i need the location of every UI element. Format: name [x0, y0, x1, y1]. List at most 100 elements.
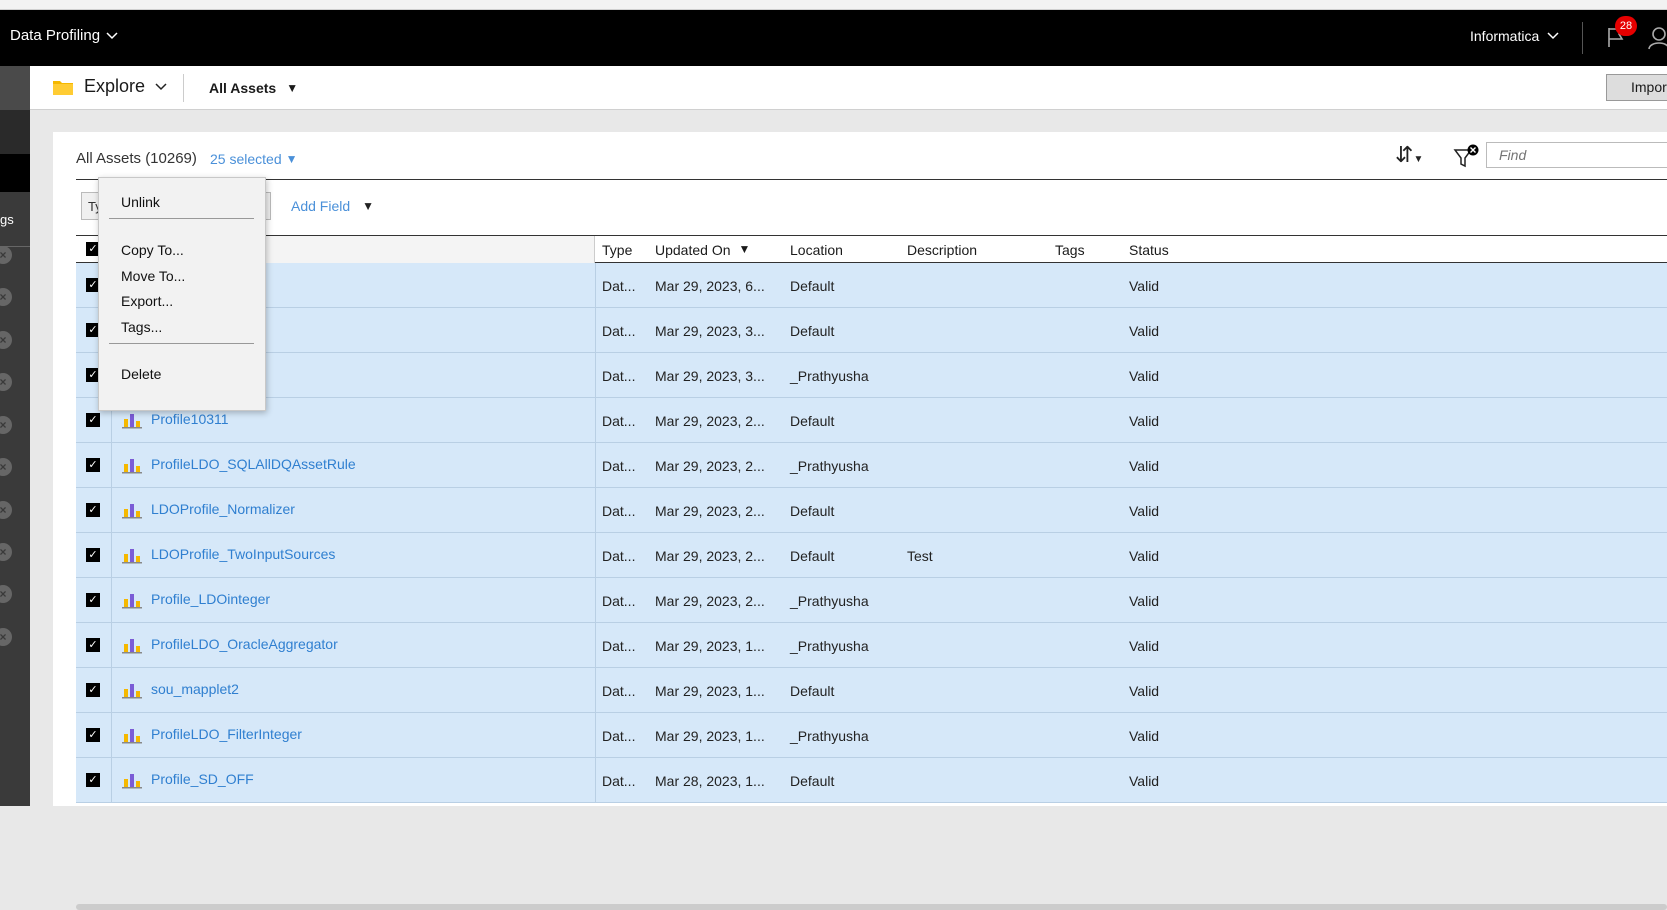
- row-checkbox[interactable]: ✓: [86, 458, 100, 472]
- horizontal-scrollbar[interactable]: [76, 904, 1667, 910]
- assets-table: ✓ Type Updated On ▼ Location Description…: [76, 235, 1667, 910]
- close-icon[interactable]: ×: [0, 373, 12, 391]
- cell-divider: [111, 758, 112, 803]
- asset-name-link[interactable]: Profile_SD_OFF: [151, 771, 254, 787]
- cell-divider: [111, 713, 112, 758]
- cell-divider: [595, 533, 596, 578]
- cell-divider: [595, 308, 596, 353]
- asset-name-link[interactable]: LDOProfile_TwoInputSources: [151, 546, 335, 562]
- close-icon[interactable]: ×: [0, 331, 12, 349]
- row-checkbox[interactable]: ✓: [86, 548, 100, 562]
- nav-item[interactable]: [0, 110, 30, 154]
- row-checkbox[interactable]: ✓: [86, 413, 100, 427]
- export-menu-item[interactable]: Export...: [121, 293, 173, 309]
- close-icon[interactable]: ×: [0, 543, 12, 561]
- updated-cell: Mar 29, 2023, 1...: [655, 683, 765, 699]
- asset-name-link[interactable]: ProfileLDO_SQLAllDQAssetRule: [151, 456, 356, 472]
- profile-chart-icon: [122, 459, 142, 474]
- add-field-button[interactable]: Add Field ▼: [291, 198, 374, 214]
- sort-icon[interactable]: ⇵▼: [1395, 142, 1423, 168]
- row-checkbox[interactable]: ✓: [86, 593, 100, 607]
- table-row[interactable]: ✓ Profile_LDOinteger Dat... Mar 29, 2023, 2…: [76, 578, 1667, 623]
- org-name: Informatica: [1470, 28, 1540, 44]
- tags-column-header[interactable]: Tags: [1055, 242, 1085, 258]
- updated-on-column-header[interactable]: Updated On ▼: [655, 242, 750, 258]
- table-row[interactable]: ✓ Profile_SD_OFF Dat... Mar 28, 2023, 1... D…: [76, 758, 1667, 803]
- cell-divider: [595, 758, 596, 803]
- asset-name-link[interactable]: ProfileLDO_FilterInteger: [151, 726, 302, 742]
- location-column-header[interactable]: Location: [790, 242, 843, 258]
- nav-label: gs: [0, 212, 14, 227]
- description-column-header[interactable]: Description: [907, 242, 977, 258]
- cell-divider: [595, 353, 596, 398]
- table-row[interactable]: ✓ Dat... Mar 29, 2023, 3... _Prathyusha Vali…: [76, 353, 1667, 398]
- asset-name-link[interactable]: Profile_LDOinteger: [151, 591, 270, 607]
- app-switcher[interactable]: Data Profiling: [10, 27, 118, 44]
- profile-chart-icon: [122, 594, 142, 609]
- table-row[interactable]: ✓ Profile10311 Dat... Mar 29, 2023, 2... Def…: [76, 398, 1667, 443]
- close-icon[interactable]: ×: [0, 628, 12, 646]
- close-icon[interactable]: ×: [0, 585, 12, 603]
- explore-menu[interactable]: Explore: [52, 76, 167, 97]
- close-icon[interactable]: ×: [0, 288, 12, 306]
- table-row[interactable]: ✓ Dat... Mar 29, 2023, 3... Default Valid: [76, 308, 1667, 353]
- table-row[interactable]: ✓sformationDat...Mar 29, 2023, 6...Defau…: [76, 263, 1667, 308]
- table-row[interactable]: ✓ ProfileLDO_SQLAllDQAssetRule Dat... Mar 2…: [76, 443, 1667, 488]
- nav-item-active[interactable]: [0, 154, 30, 192]
- table-row[interactable]: ✓ LDOProfile_Normalizer Dat... Mar 29, 2023…: [76, 488, 1667, 533]
- table-row[interactable]: ✓ LDOProfile_TwoInputSources Dat... Mar 29,…: [76, 533, 1667, 578]
- user-icon[interactable]: [1648, 26, 1667, 50]
- asset-name-link[interactable]: ProfileLDO_OracleAggregator: [151, 636, 338, 652]
- status-cell: Valid: [1129, 548, 1160, 564]
- location-cell: Default: [790, 503, 835, 519]
- table-row[interactable]: ✓ ProfileLDO_FilterInteger Dat... Mar 29, 2…: [76, 713, 1667, 758]
- asset-name-link[interactable]: Profile10311: [151, 411, 229, 427]
- row-checkbox[interactable]: ✓: [86, 503, 100, 517]
- folder-icon: [53, 80, 73, 95]
- caret-down-icon: ▼: [285, 152, 298, 166]
- clear-filter-icon[interactable]: [1453, 144, 1479, 170]
- close-icon[interactable]: ×: [0, 458, 12, 476]
- table-row[interactable]: ✓ sou_mapplet2 Dat... Mar 29, 2023, 1... Def…: [76, 668, 1667, 713]
- close-icon[interactable]: ×: [0, 416, 12, 434]
- nav-item[interactable]: [0, 66, 30, 110]
- type-column-header[interactable]: Type: [602, 242, 632, 258]
- cell-divider: [595, 623, 596, 668]
- menu-divider: [109, 218, 254, 219]
- asset-name-link[interactable]: LDOProfile_Normalizer: [151, 501, 295, 517]
- row-checkbox[interactable]: ✓: [86, 638, 100, 652]
- import-button[interactable]: Import: [1606, 74, 1667, 101]
- tags-menu-item[interactable]: Tags...: [121, 319, 162, 335]
- sub-header: Explore All Assets ▼ Import: [30, 66, 1667, 110]
- row-checkbox[interactable]: ✓: [86, 683, 100, 697]
- delete-menu-item[interactable]: Delete: [121, 366, 161, 382]
- status-cell: Valid: [1129, 683, 1160, 699]
- unlink-menu-item[interactable]: Unlink: [121, 194, 160, 210]
- location-cell: Default: [790, 413, 835, 429]
- location-cell: Default: [790, 683, 835, 699]
- chevron-down-icon: [1547, 32, 1559, 40]
- selection-dropdown[interactable]: 25 selected ▼: [210, 151, 298, 167]
- updated-cell: Mar 29, 2023, 2...: [655, 413, 765, 429]
- cell-divider: [595, 443, 596, 488]
- copy-to-menu-item[interactable]: Copy To...: [121, 242, 184, 258]
- sort-desc-icon: ▼: [738, 242, 751, 256]
- type-cell: Dat...: [602, 548, 636, 564]
- cell-divider: [595, 713, 596, 758]
- assets-filter-dropdown[interactable]: All Assets ▼: [209, 80, 298, 96]
- cell-divider: [595, 263, 596, 308]
- updated-cell: Mar 29, 2023, 2...: [655, 458, 765, 474]
- type-cell: Dat...: [602, 278, 636, 294]
- asset-name-link[interactable]: sou_mapplet2: [151, 681, 239, 697]
- close-icon[interactable]: ×: [0, 501, 12, 519]
- close-icon[interactable]: ×: [0, 246, 12, 264]
- status-column-header[interactable]: Status: [1129, 242, 1169, 258]
- move-to-menu-item[interactable]: Move To...: [121, 268, 185, 284]
- row-checkbox[interactable]: ✓: [86, 773, 100, 787]
- cell-divider: [595, 578, 596, 623]
- selection-label: 25 selected: [210, 151, 282, 167]
- row-checkbox[interactable]: ✓: [86, 728, 100, 742]
- table-row[interactable]: ✓ ProfileLDO_OracleAggregator Dat... Mar 29…: [76, 623, 1667, 668]
- find-input[interactable]: [1486, 142, 1667, 168]
- org-switcher[interactable]: Informatica: [1470, 28, 1559, 44]
